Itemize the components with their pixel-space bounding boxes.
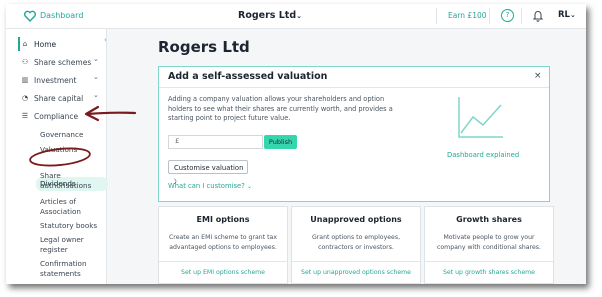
- button-label: Customise valuation: [174, 164, 244, 172]
- help-icon[interactable]: ?: [501, 9, 514, 22]
- valuation-input[interactable]: £: [168, 135, 263, 149]
- sidebar-subitem-valuations[interactable]: Valuations: [40, 145, 104, 155]
- card-description: Create an EMI scheme to grant tax advant…: [168, 234, 278, 251]
- bank-icon: ▥: [21, 76, 29, 84]
- sidebar-subitem-confirmation-statements[interactable]: Confirmation statements: [40, 259, 104, 279]
- sidebar-item-label: Compliance: [34, 111, 79, 121]
- setup-growth-shares-link[interactable]: Set up growth shares scheme: [425, 261, 553, 284]
- page-title: Rogers Ltd: [158, 38, 250, 56]
- sidebar-item-label: Share capital: [34, 93, 84, 103]
- customise-valuation-button[interactable]: Customise valuation 〉: [168, 160, 248, 186]
- sidebar-item-share-schemes[interactable]: ⚇ Share schemes: [20, 55, 91, 69]
- sidebar-item-label: Investment: [34, 75, 77, 85]
- growth-chart-icon: [458, 97, 503, 138]
- card-description: Motivate people to grow your company wit…: [436, 234, 541, 251]
- app-window: Dashboard Rogers Ltd⌄ Earn £100 ? RL⌄ ⌂ …: [6, 4, 586, 284]
- valuation-card: Add a self-assessed valuation × Adding a…: [158, 66, 550, 202]
- earn-referral-link[interactable]: Earn £100: [448, 11, 487, 20]
- list-icon: ☰: [21, 112, 29, 120]
- sidebar-subitem-share-authorisations[interactable]: Share authorisations: [40, 171, 104, 191]
- bell-icon[interactable]: [532, 9, 544, 22]
- sidebar-subitem-governance[interactable]: Governance: [40, 130, 104, 140]
- emi-options-card: EMI options Create an EMI scheme to gran…: [158, 206, 288, 284]
- growth-shares-card: Growth shares Motivate people to grow yo…: [424, 206, 554, 284]
- pie-chart-icon: ◔: [21, 94, 29, 102]
- card-description: Grant options to employees, contractors …: [311, 234, 401, 251]
- chevron-down-icon[interactable]: ⌄: [93, 55, 99, 63]
- chevron-down-icon[interactable]: ⌄: [93, 73, 99, 81]
- dashboard-explained-link[interactable]: Dashboard explained: [447, 151, 519, 159]
- sidebar-item-home[interactable]: ⌂ Home: [20, 37, 106, 51]
- divider: [521, 8, 522, 24]
- what-can-i-customise-link[interactable]: What can I customise? ⌄: [168, 182, 252, 190]
- company-selector[interactable]: Rogers Ltd⌄: [238, 10, 302, 21]
- chevron-down-icon: ⌄: [296, 12, 303, 20]
- dashboard-link[interactable]: Dashboard: [40, 11, 83, 20]
- divider: [489, 8, 490, 24]
- sidebar-item-label: Home: [34, 39, 57, 49]
- sidebar-item-share-capital[interactable]: ◔ Share capital: [20, 91, 83, 105]
- divider: [436, 8, 437, 24]
- sidebar-subitem-statutory-books[interactable]: Statutory books: [40, 221, 104, 231]
- home-icon: ⌂: [22, 40, 28, 48]
- sidebar-subitem-articles[interactable]: Articles of Association: [40, 197, 104, 217]
- card-title: Growth shares: [456, 215, 522, 224]
- valuation-description: Adding a company valuation allows your s…: [168, 95, 393, 122]
- chevron-down-icon[interactable]: ⌄: [93, 91, 99, 99]
- close-icon[interactable]: ×: [534, 71, 542, 81]
- top-bar: Dashboard Rogers Ltd⌄ Earn £100 ? RL⌄: [6, 4, 586, 29]
- sidebar-item-compliance[interactable]: ☰ Compliance: [20, 109, 78, 123]
- sidebar-item-investment[interactable]: ▥ Investment: [20, 73, 77, 87]
- chevron-down-icon: ⌄: [246, 183, 253, 190]
- card-header: Add a self-assessed valuation ×: [159, 67, 549, 88]
- link-label: What can I customise?: [168, 182, 245, 190]
- user-initials: RL: [558, 10, 570, 20]
- card-title: EMI options: [196, 215, 250, 224]
- collapse-sidebar-icon[interactable]: ‹: [104, 36, 107, 44]
- currency-symbol: £: [175, 137, 180, 145]
- publish-button[interactable]: Publish: [264, 135, 297, 149]
- sidebar: ⌂ Home ⚇ Share schemes ⌄ ▥ Investment ⌄ …: [6, 29, 108, 284]
- setup-emi-link[interactable]: Set up EMI options scheme: [159, 261, 287, 284]
- company-name: Rogers Ltd: [238, 10, 297, 21]
- unapproved-options-card: Unapproved options Grant options to empl…: [291, 206, 421, 284]
- card-title: Add a self-assessed valuation: [168, 71, 328, 82]
- user-menu[interactable]: RL⌄: [558, 10, 576, 20]
- card-title: Unapproved options: [310, 215, 402, 224]
- chevron-down-icon: ⌄: [569, 11, 576, 19]
- setup-unapproved-link[interactable]: Set up unapproved options scheme: [292, 261, 420, 284]
- sidebar-item-label: Share schemes: [34, 57, 92, 67]
- heart-logo-icon[interactable]: [24, 10, 36, 22]
- sidebar-subitem-legal-owner-register[interactable]: Legal owner register: [40, 235, 104, 255]
- people-icon: ⚇: [21, 58, 29, 66]
